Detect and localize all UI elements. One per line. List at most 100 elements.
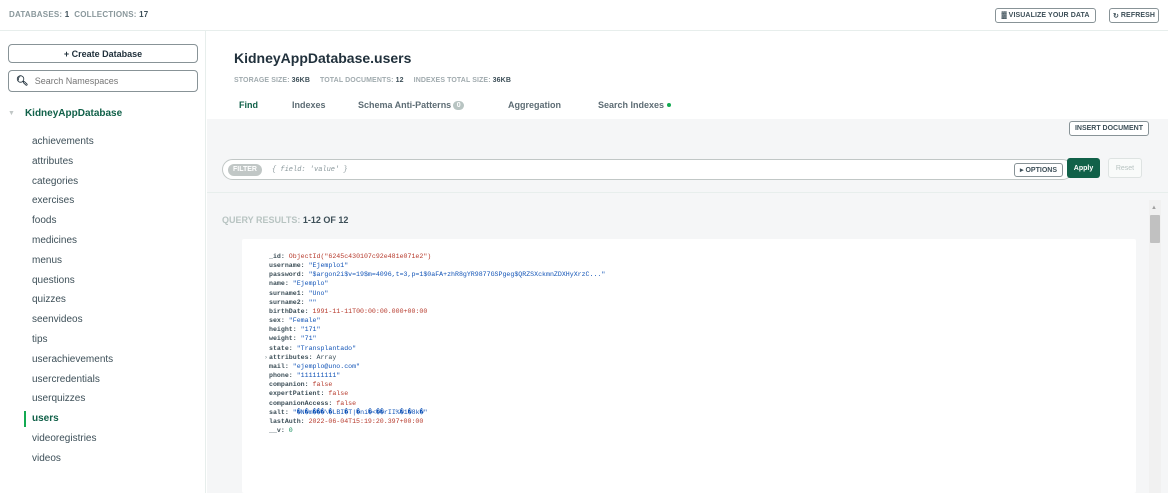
field-value: "111111111" [296, 372, 341, 380]
options-label: ▸ OPTIONS [1020, 167, 1057, 174]
reset-button[interactable]: Reset [1108, 158, 1142, 178]
field-value: "Transplantado" [296, 344, 357, 352]
tab-label: Aggregation [508, 100, 561, 110]
field-key: password [269, 271, 301, 279]
field-value: false [312, 381, 333, 389]
document-field: › attributes: Array [264, 353, 337, 361]
tab-indexes[interactable]: Indexes [292, 100, 326, 110]
document-field: password: "$argon2i$v=19$m=4096,t=3,p=1$… [269, 271, 606, 279]
field-value: "171" [300, 326, 321, 334]
instance-stats: DATABASES: 1 COLLECTIONS: 17 [9, 10, 148, 19]
tab-label: Find [239, 100, 258, 110]
search-input[interactable] [34, 76, 185, 86]
tab-aggregation[interactable]: Aggregation [508, 100, 561, 110]
sidebar-item-quizzes[interactable]: quizzes [32, 294, 66, 305]
collections-count: 17 [139, 10, 149, 19]
field-key: surname1 [269, 289, 301, 297]
sidebar-database-item[interactable]: ▼ KidneyAppDatabase [8, 108, 122, 119]
document-field: sex: "Female" [269, 317, 321, 325]
total-documents-value: 12 [395, 77, 404, 84]
namespace-search[interactable]: 🔍︎ [8, 70, 198, 92]
field-key: companion [269, 381, 305, 389]
sidebar-item-usercredentials[interactable]: usercredentials [32, 374, 100, 385]
chevron-down-icon[interactable]: ▼ [8, 110, 15, 117]
tab-search-indexes[interactable]: Search Indexes [598, 100, 672, 110]
document-fields: _id: ObjectId("6245c430107c92e481e071e2"… [264, 252, 606, 435]
field-value: "Ejemplo" [292, 280, 329, 288]
document-field: lastAuth: 2022-06-04T15:19:20.397+00:00 [269, 417, 424, 425]
scrollbar-thumb[interactable] [1150, 215, 1160, 243]
sidebar-item-attributes[interactable]: attributes [32, 156, 73, 167]
sidebar-item-tips[interactable]: tips [32, 334, 48, 345]
tab-label: Schema Anti-Patterns [358, 100, 452, 110]
database-name: KidneyAppDatabase [24, 108, 123, 119]
sidebar-item-userachievements[interactable]: userachievements [32, 354, 113, 365]
filter-input[interactable]: { field: 'value' } [272, 166, 348, 174]
sidebar-item-userquizzes[interactable]: userquizzes [32, 393, 85, 404]
sidebar-item-achievements[interactable]: achievements [32, 136, 94, 147]
sidebar-item-medicines[interactable]: medicines [32, 235, 77, 246]
document-field: companionAccess: false [269, 399, 357, 407]
search-icon: 🔍︎ [16, 75, 29, 87]
field-value: false [328, 390, 349, 398]
tab-find[interactable]: Find [239, 100, 258, 110]
sidebar-item-categories[interactable]: categories [32, 176, 78, 187]
sidebar-item-menus[interactable]: menus [32, 255, 62, 266]
field-key: weight [269, 335, 293, 343]
sidebar-item-users[interactable]: users [32, 413, 59, 424]
tab-schema-anti-patterns[interactable]: Schema Anti-Patterns 0 [358, 100, 465, 110]
field-value: "Female" [288, 317, 321, 325]
document-field: birthDate: 1991-11-11T00:00:00.000+00:00 [269, 307, 428, 315]
sidebar-item-questions[interactable]: questions [32, 275, 75, 286]
sidebar-item-exercises[interactable]: exercises [32, 195, 74, 206]
document-field: expertPatient: false [269, 390, 349, 398]
query-results-label: QUERY RESULTS: 1-12 OF 12 [222, 215, 348, 225]
collection-header: KidneyAppDatabase.users STORAGE SIZE: 36… [207, 31, 1168, 119]
document-field: state: "Transplantado" [269, 344, 357, 352]
options-button[interactable]: ▸ OPTIONS [1014, 163, 1063, 177]
scroll-up-icon[interactable]: ▲ [1151, 205, 1157, 211]
visualize-data-button[interactable]: ▓ VISUALIZE YOUR DATA [995, 8, 1096, 23]
refresh-button[interactable]: ↻ REFRESH [1109, 8, 1159, 23]
scrollbar[interactable] [1149, 200, 1161, 493]
results-range: 1-12 OF 12 [302, 215, 349, 225]
document-field: surname2: "" [269, 298, 317, 306]
insert-document-button[interactable]: INSERT DOCUMENT [1068, 121, 1149, 136]
refresh-icon: ↻ [1112, 12, 1119, 20]
field-key: mail [269, 362, 285, 370]
document-card[interactable]: _id: ObjectId("6245c430107c92e481e071e2"… [242, 239, 1136, 493]
document-field: height: "171" [269, 326, 321, 334]
document-field: mail: "ejemplo@uno.com" [269, 362, 361, 370]
results-prefix: QUERY RESULTS: [222, 215, 301, 225]
field-value: 1991-11-11T00:00:00.000+00:00 [312, 307, 428, 315]
active-collection-indicator [24, 411, 26, 427]
sidebar-item-foods[interactable]: foods [32, 215, 56, 226]
field-value: ObjectId("6245c430107c92e481e071e2") [288, 253, 432, 260]
sidebar-item-seenvideos[interactable]: seenvideos [32, 314, 83, 325]
sidebar-item-videos[interactable]: videos [32, 453, 61, 464]
field-value: false [336, 399, 357, 407]
sidebar: + Create Database 🔍︎ ▼ KidneyAppDatabase… [0, 31, 206, 493]
field-value: Array [316, 353, 337, 361]
filter-bar[interactable]: FILTER { field: 'value' } ▸ OPTIONS [222, 159, 1073, 180]
databases-label: DATABASES: [9, 10, 63, 19]
divider [207, 192, 1168, 193]
document-field: weight: "71" [269, 335, 317, 343]
sidebar-item-videoregistries[interactable]: videoregistries [32, 433, 96, 444]
refresh-label: REFRESH [1120, 12, 1156, 19]
apply-button[interactable]: Apply [1067, 158, 1100, 178]
field-value: "Uno" [308, 289, 329, 297]
document-field: surname1: "Uno" [269, 289, 329, 297]
field-value: 2022-06-04T15:19:20.397+00:00 [308, 417, 424, 425]
storage-size-value: 36KB [291, 77, 310, 84]
filter-pill: FILTER [228, 163, 262, 176]
expand-chevron-icon[interactable]: › [264, 353, 268, 362]
field-key: __v [269, 426, 281, 434]
create-database-button[interactable]: + Create Database [8, 44, 198, 63]
field-key: salt [269, 408, 285, 416]
field-key: name [269, 280, 285, 288]
field-value: "Ejemplo1" [308, 262, 349, 270]
storage-size-label: STORAGE SIZE: [234, 77, 290, 84]
document-field: name: "Ejemplo" [269, 280, 329, 288]
count-badge: 0 [453, 100, 465, 110]
